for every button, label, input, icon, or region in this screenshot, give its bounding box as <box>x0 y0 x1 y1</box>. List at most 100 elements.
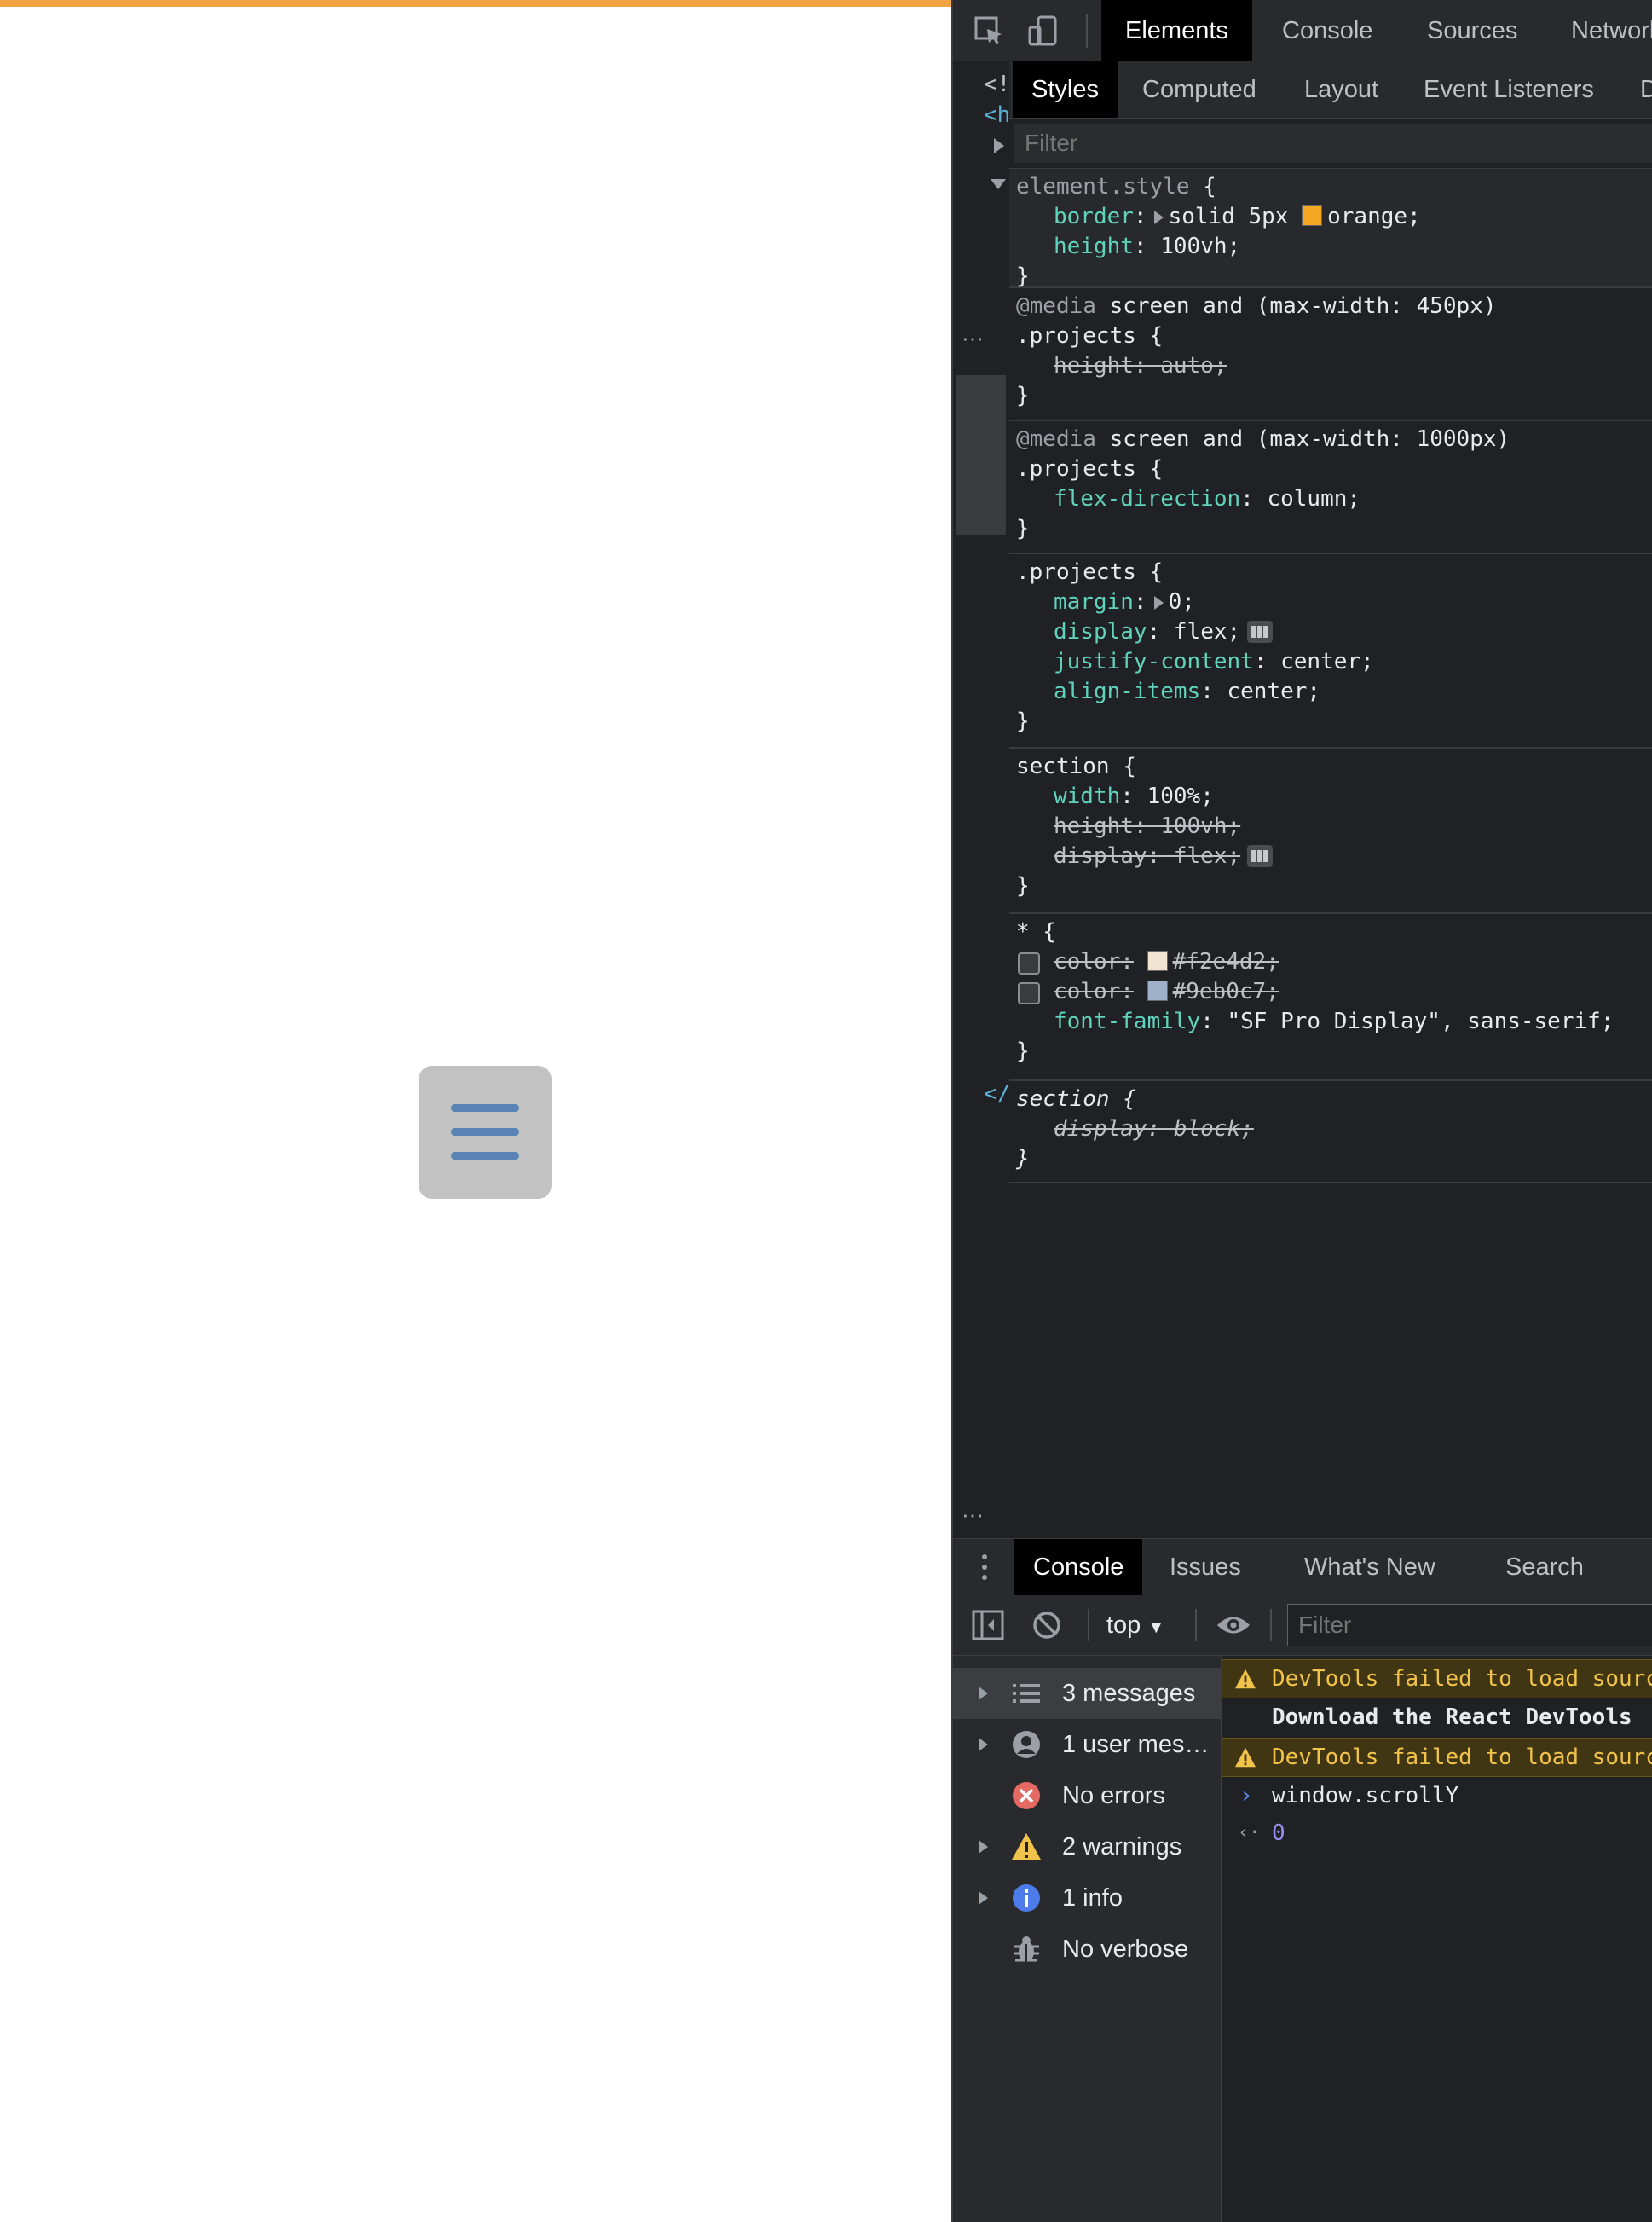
css-value[interactable]: 100vh <box>1160 234 1227 259</box>
color-swatch[interactable] <box>1147 951 1168 971</box>
console-info-message[interactable]: Download the React DevTools <box>1222 1698 1652 1736</box>
css-overridden-value[interactable]: #9eb0c7; <box>1173 979 1279 1004</box>
sidebar-item-info[interactable]: 1 info <box>953 1872 1221 1924</box>
console-input-line[interactable]: › window.scrollY <box>1222 1777 1652 1814</box>
css-value[interactable]: "SF Pro Display", sans-serif; <box>1227 1009 1614 1034</box>
styles-filter-input[interactable] <box>1014 124 1652 163</box>
sidebar-item-messages[interactable]: 3 messages <box>953 1668 1221 1719</box>
css-property[interactable]: display <box>1054 619 1147 645</box>
css-value[interactable]: center <box>1227 679 1308 704</box>
css-property[interactable]: width <box>1054 784 1120 809</box>
tab-console[interactable]: Console <box>1282 0 1372 61</box>
rule-user-agent-section: section { display: block; } <box>1009 1081 1652 1183</box>
color-swatch[interactable] <box>1147 981 1168 1001</box>
css-overridden-declaration[interactable]: display: block; <box>1054 1116 1254 1142</box>
tab-network[interactable]: Network <box>1571 0 1652 61</box>
rule-selector[interactable]: * <box>1016 919 1030 945</box>
css-value[interactable]: solid 5px <box>1169 204 1289 229</box>
tab-sources[interactable]: Sources <box>1427 0 1517 61</box>
css-property[interactable]: flex-direction <box>1054 486 1240 512</box>
console-result-line[interactable]: ‹· 0 <box>1222 1814 1652 1852</box>
dom-expand-triangle[interactable] <box>994 138 1004 153</box>
more-icon[interactable]: ⋯ <box>962 326 985 352</box>
rule-selector[interactable]: element.style <box>1016 174 1190 200</box>
drawer-tab-search[interactable]: Search <box>1505 1539 1584 1595</box>
css-value[interactable]: 100% <box>1147 784 1201 809</box>
device-toolbar-icon[interactable] <box>1028 15 1059 46</box>
css-property[interactable]: font-family <box>1054 1009 1200 1034</box>
toolbar-divider <box>1088 1609 1089 1641</box>
toolbar-divider <box>1195 1609 1197 1641</box>
css-overridden-declaration[interactable]: display: flex; <box>1054 843 1240 869</box>
declaration-checkbox[interactable] <box>1018 982 1040 1004</box>
sidebar-item-warnings[interactable]: 2 warnings <box>953 1821 1221 1872</box>
sidebar-item-user-messages[interactable]: 1 user mes… <box>953 1719 1221 1770</box>
drawer-menu-icon[interactable] <box>982 1554 987 1580</box>
rule-media-1000: @media screen and (max-width: 1000px) .p… <box>1009 421 1652 554</box>
css-overridden-declaration[interactable]: height: 100vh; <box>1054 813 1240 839</box>
live-expression-eye-icon[interactable] <box>1216 1612 1251 1638</box>
media-keyword: @media <box>1016 426 1096 452</box>
clear-console-icon[interactable] <box>1031 1610 1062 1640</box>
console-message-text: Download the React DevTools <box>1272 1704 1632 1730</box>
sidebar-item-label: 2 warnings <box>1062 1833 1182 1860</box>
declaration-checkbox[interactable] <box>1018 952 1040 975</box>
dom-doctype[interactable]: <! <box>984 72 1010 97</box>
css-property[interactable]: border <box>1054 204 1134 229</box>
expand-triangle-icon[interactable] <box>1153 596 1164 610</box>
dom-closing-tag[interactable]: </ <box>984 1081 1010 1107</box>
warning-icon <box>1235 1669 1256 1689</box>
rule-selector[interactable]: .projects <box>1016 323 1136 349</box>
context-selector[interactable]: top ▼ <box>1106 1595 1164 1655</box>
rule-selector[interactable]: section <box>1016 1086 1110 1112</box>
css-value[interactable]: 0 <box>1169 589 1182 615</box>
prompt-chevron-icon: › <box>1239 1783 1253 1808</box>
tab-computed[interactable]: Computed <box>1142 61 1256 118</box>
rule-selector[interactable]: section <box>1016 754 1110 779</box>
flexbox-editor-icon[interactable] <box>1247 621 1274 643</box>
dom-collapse-triangle[interactable] <box>991 179 1006 189</box>
css-property[interactable]: align-items <box>1054 679 1200 704</box>
console-result-value: 0 <box>1272 1820 1285 1846</box>
inspect-element-icon[interactable] <box>973 15 1004 46</box>
expand-triangle-icon[interactable] <box>1153 211 1164 224</box>
css-overridden-declaration[interactable]: height: auto; <box>1054 353 1227 379</box>
console-warning-message[interactable]: DevTools failed to load source map <box>1222 1738 1652 1777</box>
more-icon[interactable]: ⋯ <box>962 1502 984 1529</box>
rule-selector[interactable]: .projects <box>1016 456 1136 482</box>
css-value[interactable]: flex <box>1174 619 1227 645</box>
color-swatch[interactable] <box>1302 205 1323 226</box>
context-selector-label: top <box>1106 1612 1141 1639</box>
css-property[interactable]: justify-content <box>1054 649 1254 674</box>
sidebar-item-verbose[interactable]: No verbose <box>953 1924 1221 1975</box>
expand-triangle-icon <box>979 1687 988 1700</box>
dom-scrollbar[interactable] <box>956 375 1006 535</box>
console-drawer: Console Issues What's New Search top ▼ F… <box>953 1538 1652 2222</box>
dom-html-tag[interactable]: <h <box>984 102 1010 128</box>
css-property[interactable]: height <box>1054 234 1134 259</box>
rule-selector[interactable]: .projects <box>1016 559 1136 585</box>
tab-more[interactable]: D <box>1640 61 1652 118</box>
flexbox-editor-icon[interactable] <box>1247 845 1274 867</box>
hamburger-icon <box>451 1152 519 1160</box>
css-value[interactable]: center <box>1280 649 1360 674</box>
sidebar-item-label: 1 user mes… <box>1062 1731 1210 1758</box>
css-value[interactable]: column <box>1267 486 1347 512</box>
console-warning-message[interactable]: DevTools failed to load source map <box>1222 1659 1652 1698</box>
tab-elements[interactable]: Elements <box>1101 0 1252 61</box>
hamburger-menu-button[interactable] <box>419 1066 552 1199</box>
css-property[interactable]: margin <box>1054 589 1134 615</box>
css-value[interactable]: orange <box>1327 204 1407 229</box>
drawer-tab-issues[interactable]: Issues <box>1170 1539 1241 1595</box>
tab-event-listeners[interactable]: Event Listeners <box>1424 61 1594 118</box>
tab-styles[interactable]: Styles <box>1013 61 1118 118</box>
console-filter-input[interactable] <box>1287 1604 1652 1646</box>
css-overridden-property[interactable]: color: <box>1054 979 1134 1004</box>
drawer-tab-whats-new[interactable]: What's New <box>1304 1539 1435 1595</box>
css-overridden-value[interactable]: #f2e4d2; <box>1173 949 1279 975</box>
sidebar-toggle-icon[interactable] <box>972 1610 1004 1640</box>
css-overridden-property[interactable]: color: <box>1054 949 1134 975</box>
drawer-tab-console[interactable]: Console <box>1014 1539 1143 1595</box>
tab-layout[interactable]: Layout <box>1304 61 1378 118</box>
sidebar-item-errors[interactable]: No errors <box>953 1770 1221 1821</box>
